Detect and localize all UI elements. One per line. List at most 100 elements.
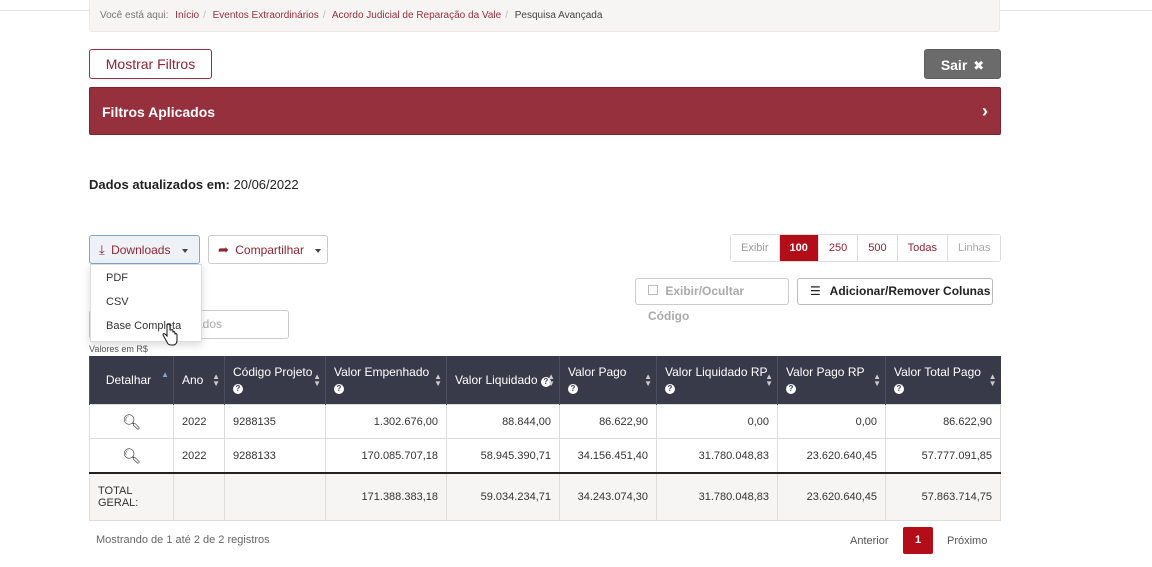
breadcrumb: Você está aqui: Início / Eventos Extraord…: [89, 0, 1000, 32]
header-label: Valor Empenhado: [334, 365, 430, 379]
breadcrumb-link-acordo[interactable]: Acordo Judicial de Reparação da Vale: [332, 10, 501, 21]
menu-item-csv[interactable]: CSV: [106, 296, 129, 308]
total-empenhado: 171.388.383,18: [325, 472, 447, 521]
breadcrumb-link-eventos[interactable]: Eventos Extraordinários: [213, 10, 319, 21]
col-header-valor-pago[interactable]: Valor Pago ? ▲ ▼: [559, 356, 657, 405]
downloads-button[interactable]: ⤓ Downloads: [89, 235, 200, 264]
sort-icon: ▲ ▼: [765, 372, 773, 388]
breadcrumb-link-inicio[interactable]: Início: [175, 10, 199, 21]
table-header-row: Detalhar ▲ Ano ▲ ▼ Código Projeto ? ▲ ▼ Va…: [89, 356, 1001, 405]
col-header-detalhar[interactable]: Detalhar ▲: [89, 356, 174, 405]
search-icon[interactable]: 🔍︎: [89, 438, 174, 474]
menu-item-pdf[interactable]: PDF: [106, 272, 128, 284]
cell-pago-rp: 0,00: [777, 404, 886, 439]
exit-button[interactable]: Sair ✖: [924, 49, 1001, 79]
checkbox-icon: [648, 284, 658, 295]
cell-total-pago: 86.622,90: [885, 404, 1001, 439]
data-table: Detalhar ▲ Ano ▲ ▼ Código Projeto ? ▲ ▼ Va…: [89, 356, 1001, 521]
header-label: Valor Pago: [568, 365, 627, 379]
rows-option-500[interactable]: 500: [857, 235, 897, 261]
col-header-valor-total-pago[interactable]: Valor Total Pago ? ▲ ▼: [885, 356, 1001, 405]
share-button[interactable]: ➦ Compartilhar: [208, 235, 328, 264]
help-icon[interactable]: ?: [334, 384, 344, 394]
help-icon[interactable]: ?: [568, 384, 578, 394]
col-header-valor-liquidado[interactable]: Valor Liquidado ? ▲ ▼: [446, 356, 560, 405]
pagination-next[interactable]: Próximo: [947, 535, 987, 547]
cell-liquidado-rp: 31.780.048,83: [656, 438, 778, 474]
header-label: Valor Total Pago: [894, 365, 981, 379]
search-icon[interactable]: 🔍︎: [89, 404, 174, 439]
applied-filters-bar[interactable]: Filtros Aplicados ›: [89, 87, 1001, 135]
col-header-codigo-projeto[interactable]: Código Projeto ? ▲ ▼: [224, 356, 326, 405]
exit-label: Sair: [940, 57, 968, 73]
updated-label: Dados atualizados em:: [89, 177, 230, 192]
total-pago: 34.243.074,30: [559, 472, 657, 521]
header-label: Valor Pago RP: [786, 365, 865, 379]
rows-option-lines: Linhas: [946, 235, 1001, 261]
cell-pago: 34.156.451,40: [559, 438, 657, 474]
sort-icon: ▲ ▼: [547, 372, 555, 388]
columns-label: Adicionar/Remover Colunas: [829, 284, 991, 298]
col-header-ano[interactable]: Ano ▲ ▼: [173, 356, 225, 405]
download-icon: ⤓: [99, 242, 105, 257]
columns-button[interactable]: ☰ Adicionar/Remover Colunas: [797, 278, 993, 305]
rows-option-250[interactable]: 250: [817, 235, 858, 261]
records-info: Mostrando de 1 até 2 de 2 registros: [96, 534, 270, 546]
updated-info: Dados atualizados em: 20/06/2022: [89, 177, 299, 192]
chevron-right-icon: ›: [982, 101, 988, 121]
rows-option-100[interactable]: 100: [778, 235, 818, 261]
total-pago-rp: 23.620.640,45: [777, 472, 886, 521]
cell-ano: 2022: [173, 438, 225, 474]
cell-pago-rp: 23.620.640,45: [777, 438, 886, 474]
sort-icon: ▲ ▼: [644, 372, 652, 388]
caret-down-icon: [181, 248, 188, 253]
table-row: 🔍︎ 2022 9288135 1.302.676,00 88.844,00 8…: [89, 404, 1001, 439]
sort-icon: ▲ ▼: [212, 372, 220, 388]
cell-liquidado: 58.945.390,71: [446, 438, 560, 474]
caret-down-icon: [315, 248, 322, 253]
cell-total-pago: 57.777.091,85: [885, 438, 1001, 474]
hand-cursor-icon: [162, 324, 178, 346]
sort-icon: ▲ ▼: [988, 372, 997, 388]
pagination-current[interactable]: 1: [903, 527, 933, 554]
cell-empenhado: 170.085.707,18: [325, 438, 447, 474]
list-icon: ☰: [810, 284, 821, 298]
header-label: Valor Liquidado RP: [665, 365, 768, 379]
rows-option-all[interactable]: Todas: [896, 235, 947, 261]
total-row: TOTAL GERAL: 171.388.383,18 59.034.234,7…: [89, 472, 1001, 521]
pagination-prev[interactable]: Anterior: [850, 535, 889, 547]
breadcrumb-current: Pesquisa Avançada: [514, 10, 603, 21]
cell-ano: 2022: [173, 404, 225, 439]
header-label: Detalhar: [105, 372, 152, 387]
close-icon: ✖: [973, 58, 985, 73]
help-icon[interactable]: ?: [665, 384, 675, 394]
updated-date: 20/06/2022: [233, 177, 299, 192]
downloads-label: Downloads: [111, 243, 171, 257]
total-empty: [173, 472, 225, 521]
cell-liquidado: 88.844,00: [446, 404, 560, 439]
show-filters-button[interactable]: Mostrar Filtros: [89, 49, 212, 79]
toggle-code-button[interactable]: Exibir/Ocultar Código: [635, 278, 789, 323]
total-total-pago: 57.863.714,75: [885, 472, 1001, 521]
help-icon[interactable]: ?: [786, 384, 796, 394]
rows-per-page: Exibir 100 250 500 Todas Linhas: [730, 234, 1002, 262]
applied-filters-title: Filtros Aplicados: [102, 104, 216, 120]
total-liquidado-rp: 31.780.048,83: [656, 472, 778, 521]
sort-icon: ▲ ▼: [313, 372, 321, 388]
total-liquidado: 59.034.234,71: [446, 472, 560, 521]
sort-icon: ▲ ▼: [873, 372, 881, 388]
help-icon[interactable]: ?: [894, 384, 904, 394]
help-icon[interactable]: ?: [233, 384, 243, 394]
cell-empenhado: 1.302.676,00: [325, 404, 447, 439]
sort-asc-icon: ▲: [161, 370, 169, 379]
col-header-valor-liquidado-rp[interactable]: Valor Liquidado RP ? ▲ ▼: [656, 356, 778, 405]
header-label: Valor Liquidado: [455, 372, 538, 387]
sort-icon: ▲ ▼: [434, 372, 442, 388]
header-label: Código Projeto: [233, 365, 313, 379]
col-header-valor-pago-rp[interactable]: Valor Pago RP ? ▲ ▼: [777, 356, 886, 405]
rows-label: Exibir: [731, 235, 779, 261]
share-label: Compartilhar: [235, 243, 304, 257]
header-label: Ano: [182, 372, 204, 387]
cell-codigo: 9288133: [224, 438, 326, 474]
col-header-valor-empenhado[interactable]: Valor Empenhado ? ▲ ▼: [325, 356, 447, 405]
